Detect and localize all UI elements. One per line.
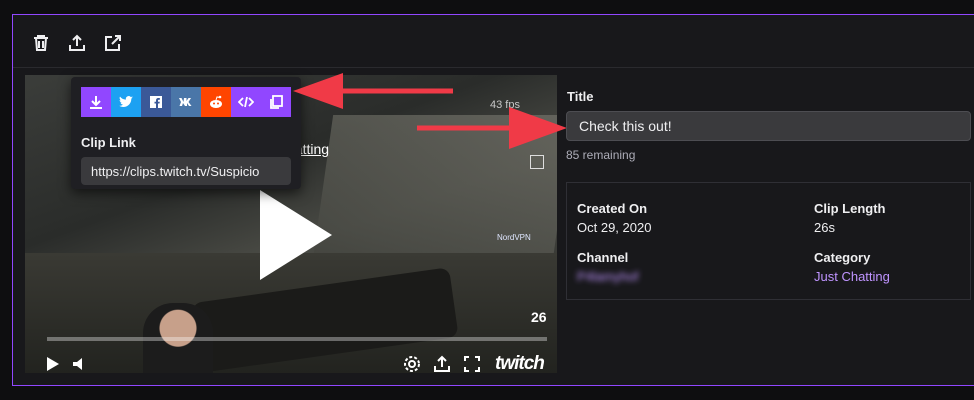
settings-button[interactable]	[401, 353, 423, 373]
clip-link-input[interactable]	[81, 157, 291, 185]
volume-icon	[73, 358, 82, 370]
vk-icon	[179, 98, 192, 106]
play-overlay-button[interactable]	[260, 190, 332, 280]
code-icon	[238, 96, 254, 108]
volume-button[interactable]	[69, 353, 91, 373]
title-input[interactable]	[566, 111, 971, 141]
clip-length-label: Clip Length	[814, 201, 886, 216]
category-label: Category	[814, 250, 871, 265]
clip-duration: 26	[531, 309, 547, 325]
created-on-value: Oct 29, 2020	[577, 220, 652, 235]
clip-editor-frame: 43 fps hatting NordVPN 26 twitch Clip Li…	[12, 14, 974, 386]
clip-toolbar	[29, 31, 125, 57]
facebook-icon	[150, 96, 162, 108]
upload-icon	[434, 355, 450, 372]
annotation-arrow-right	[417, 107, 567, 149]
clip-link-label: Clip Link	[81, 135, 136, 150]
annotation-arrow-left	[293, 73, 453, 109]
gear-icon	[404, 356, 420, 372]
share-twitter-button[interactable]	[111, 87, 141, 117]
title-remaining-count: 85 remaining	[566, 148, 636, 162]
play-button[interactable]	[41, 353, 63, 373]
trash-icon	[34, 35, 48, 51]
share-embed-button[interactable]	[231, 87, 261, 117]
share-buttons	[81, 87, 291, 117]
delete-button[interactable]	[29, 31, 53, 55]
player-share-button[interactable]	[431, 353, 453, 373]
play-icon	[47, 357, 59, 371]
created-on-label: Created On	[577, 201, 648, 216]
share-download-button[interactable]	[81, 87, 111, 117]
twitter-icon	[119, 96, 133, 108]
external-link-icon	[105, 35, 121, 51]
share-button[interactable]	[65, 31, 89, 55]
sponsor-logo: NordVPN	[497, 233, 531, 242]
clip-length-value: 26s	[814, 220, 835, 235]
share-reddit-button[interactable]	[201, 87, 231, 117]
fullscreen-button[interactable]	[461, 353, 483, 373]
fullscreen-icon	[464, 356, 480, 372]
twitch-logo[interactable]: twitch	[495, 353, 545, 373]
download-icon	[90, 96, 102, 109]
share-facebook-button[interactable]	[141, 87, 171, 117]
reddit-icon	[210, 95, 222, 108]
fullscreen-badge-icon	[530, 155, 544, 169]
share-vk-button[interactable]	[171, 87, 201, 117]
share-popover: Clip Link	[71, 77, 301, 189]
progress-bar[interactable]	[47, 337, 547, 341]
copy-icon	[270, 95, 283, 109]
channel-label: Channel	[577, 250, 629, 265]
player-controls: twitch	[41, 353, 551, 373]
channel-link[interactable]: P4lamyhof	[577, 269, 638, 284]
share-copy-button[interactable]	[261, 87, 291, 117]
upload-icon	[69, 34, 85, 51]
category-link[interactable]: Just Chatting	[814, 269, 890, 284]
clip-info-box: Created On Oct 29, 2020 Clip Length 26s …	[566, 182, 971, 300]
open-external-button[interactable]	[101, 31, 125, 55]
toolbar-divider	[13, 67, 974, 68]
title-label: Title	[567, 89, 594, 104]
